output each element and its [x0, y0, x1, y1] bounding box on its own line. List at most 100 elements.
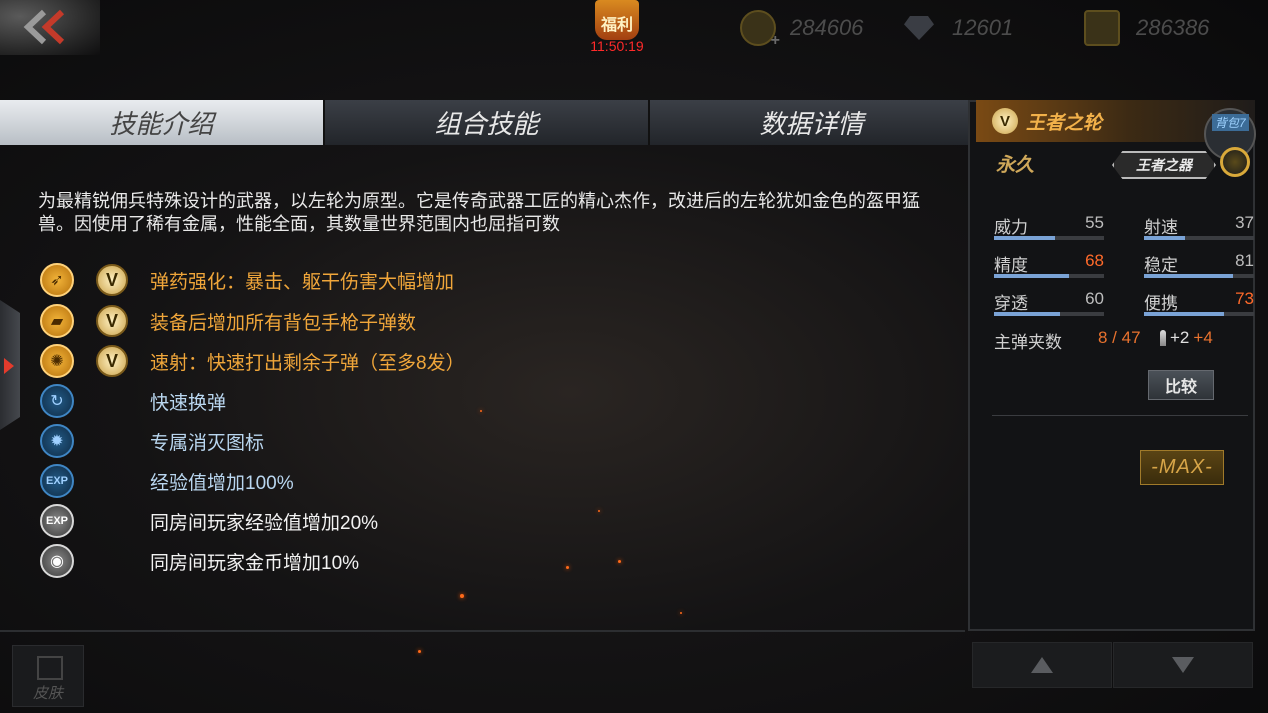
skill-text: 弹药强化：暴击、躯干伤害大幅增加: [150, 271, 455, 293]
skin-button[interactable]: 皮肤: [12, 645, 84, 707]
welfare-timer: 11:50:19: [590, 38, 644, 54]
stat-label: 稳定: [1144, 256, 1178, 275]
back-button[interactable]: [0, 0, 100, 55]
tab-data-details[interactable]: 数据详情: [650, 100, 975, 145]
stat-label: 射速: [1144, 218, 1178, 237]
ember-particle: [480, 410, 482, 412]
ammo-bonus-a: +2: [1170, 328, 1190, 347]
skill-text: 经验值增加100%: [150, 472, 294, 494]
stat-value: 68: [1085, 251, 1104, 270]
tab-combo-skills-label: 组合技能: [434, 109, 539, 139]
stat-accuracy: 精度 68: [994, 251, 1104, 278]
skill-row: EXP 经验值增加100%: [40, 464, 294, 498]
skill-row: ↻ 快速换弹: [40, 384, 226, 418]
skill-text: 速射：快速打出剩余子弹（至多8发）: [150, 352, 465, 374]
side-expand-handle[interactable]: [0, 300, 20, 430]
stat-bar: [1144, 274, 1254, 278]
honor-amount: 286386: [1136, 15, 1210, 40]
ember-particle: [418, 650, 421, 653]
scroll-up-button[interactable]: [972, 642, 1112, 688]
welfare-button[interactable]: 福利 11:50:19: [586, 0, 648, 58]
stat-power: 威力 55: [994, 213, 1104, 240]
backpack-label: 背包7: [1212, 114, 1249, 131]
pistol-icon: ▰: [40, 304, 74, 338]
skill-row: ✹ 专属消灭图标: [40, 424, 264, 458]
vip-badge-icon: V: [96, 305, 128, 337]
series-badge: 王者之器: [1112, 151, 1216, 179]
max-level-badge: -MAX-: [1140, 450, 1224, 485]
stat-bar: [994, 274, 1104, 278]
weapon-info-panel: [968, 100, 1255, 631]
revolver-cylinder-icon: ✺: [40, 344, 74, 378]
skill-row: ▰ V 装备后增加所有背包手枪子弹数: [40, 304, 416, 338]
tab-bar: 技能介绍 组合技能 数据详情: [0, 100, 975, 145]
arrow-down-icon: [1172, 657, 1194, 673]
stat-label: 精度: [994, 256, 1028, 275]
bullet-upgrade-icon: ➶: [40, 263, 74, 297]
stat-bar: [1144, 236, 1254, 240]
stat-portability: 便携 73: [1144, 289, 1254, 316]
stat-value: 55: [1085, 213, 1104, 232]
skill-row: ✺ V 速射：快速打出剩余子弹（至多8发）: [40, 344, 465, 378]
honor-coin-icon: [1084, 10, 1120, 46]
stat-fire-rate: 射速 37: [1144, 213, 1254, 240]
stat-value: 37: [1235, 213, 1254, 232]
stat-label: 便携: [1144, 294, 1178, 313]
stat-value: 81: [1235, 251, 1254, 270]
skin-icon: [37, 656, 63, 680]
honor-currency[interactable]: 286386: [1084, 8, 1209, 48]
tab-skill-intro[interactable]: 技能介绍: [0, 100, 325, 145]
room-coin-icon: ◉: [40, 544, 74, 578]
gold-coin-icon: +: [740, 10, 780, 49]
skill-row: EXP 同房间玩家经验值增加20%: [40, 504, 378, 538]
arrow-right-icon: [4, 358, 14, 374]
ember-particle: [618, 560, 621, 563]
skill-row: ◉ 同房间玩家金币增加10%: [40, 544, 359, 578]
diamond-icon: [904, 16, 934, 40]
tab-data-details-label: 数据详情: [759, 109, 864, 139]
gold-currency[interactable]: + 284606: [740, 8, 864, 49]
stat-bar: [994, 236, 1104, 240]
stat-bar: [1144, 312, 1254, 316]
diamond-amount: 12601: [952, 15, 1014, 40]
skill-row: ➶ V 弹药强化：暴击、躯干伤害大幅增加: [40, 263, 454, 297]
stat-value: 60: [1085, 289, 1104, 308]
stat-penetration: 穿透 60: [994, 289, 1104, 316]
skill-text: 同房间玩家经验值增加20%: [150, 512, 379, 534]
gold-amount: 284606: [790, 15, 864, 40]
kill-icon: ✹: [40, 424, 74, 458]
stat-stability: 稳定 81: [1144, 251, 1254, 278]
stat-label: 威力: [994, 218, 1028, 237]
stat-bar: [994, 312, 1104, 316]
compare-button[interactable]: 比较: [1148, 370, 1214, 400]
weapon-duration: 永久: [996, 155, 1035, 176]
ember-particle: [598, 510, 600, 512]
series-ring-icon: [1220, 147, 1250, 177]
back-arrow-icon: [23, 9, 65, 45]
exp-boost-icon: EXP: [40, 464, 74, 498]
skill-text: 装备后增加所有背包手枪子弹数: [150, 312, 417, 334]
ammo-label: 主弹夹数: [994, 333, 1062, 352]
welfare-badge: 福利: [595, 0, 639, 40]
skill-text: 快速换弹: [150, 392, 227, 414]
vip-badge-icon: V: [96, 264, 128, 296]
divider: [992, 415, 1248, 416]
tab-combo-skills[interactable]: 组合技能: [325, 100, 650, 145]
ember-particle: [460, 594, 464, 598]
skill-text: 同房间玩家金币增加10%: [150, 552, 360, 574]
weapon-name: 王者之轮: [1026, 112, 1103, 134]
vip-badge-icon: V: [96, 345, 128, 377]
vip-badge-icon: V: [992, 108, 1018, 134]
arrow-up-icon: [1031, 657, 1053, 673]
fast-reload-icon: ↻: [40, 384, 74, 418]
ember-particle: [680, 612, 682, 614]
ammo-value: 8 / 47: [1098, 328, 1141, 347]
skin-label: 皮肤: [33, 685, 64, 702]
stat-value: 73: [1235, 289, 1254, 308]
diamond-currency[interactable]: 12601: [904, 8, 1013, 48]
ammo-bonus-b: +4: [1193, 328, 1213, 347]
stat-label: 穿透: [994, 294, 1028, 313]
bullet-icon: [1160, 330, 1166, 346]
scroll-down-button[interactable]: [1113, 642, 1253, 688]
ammo-bonus: +2 +4: [1160, 328, 1213, 348]
